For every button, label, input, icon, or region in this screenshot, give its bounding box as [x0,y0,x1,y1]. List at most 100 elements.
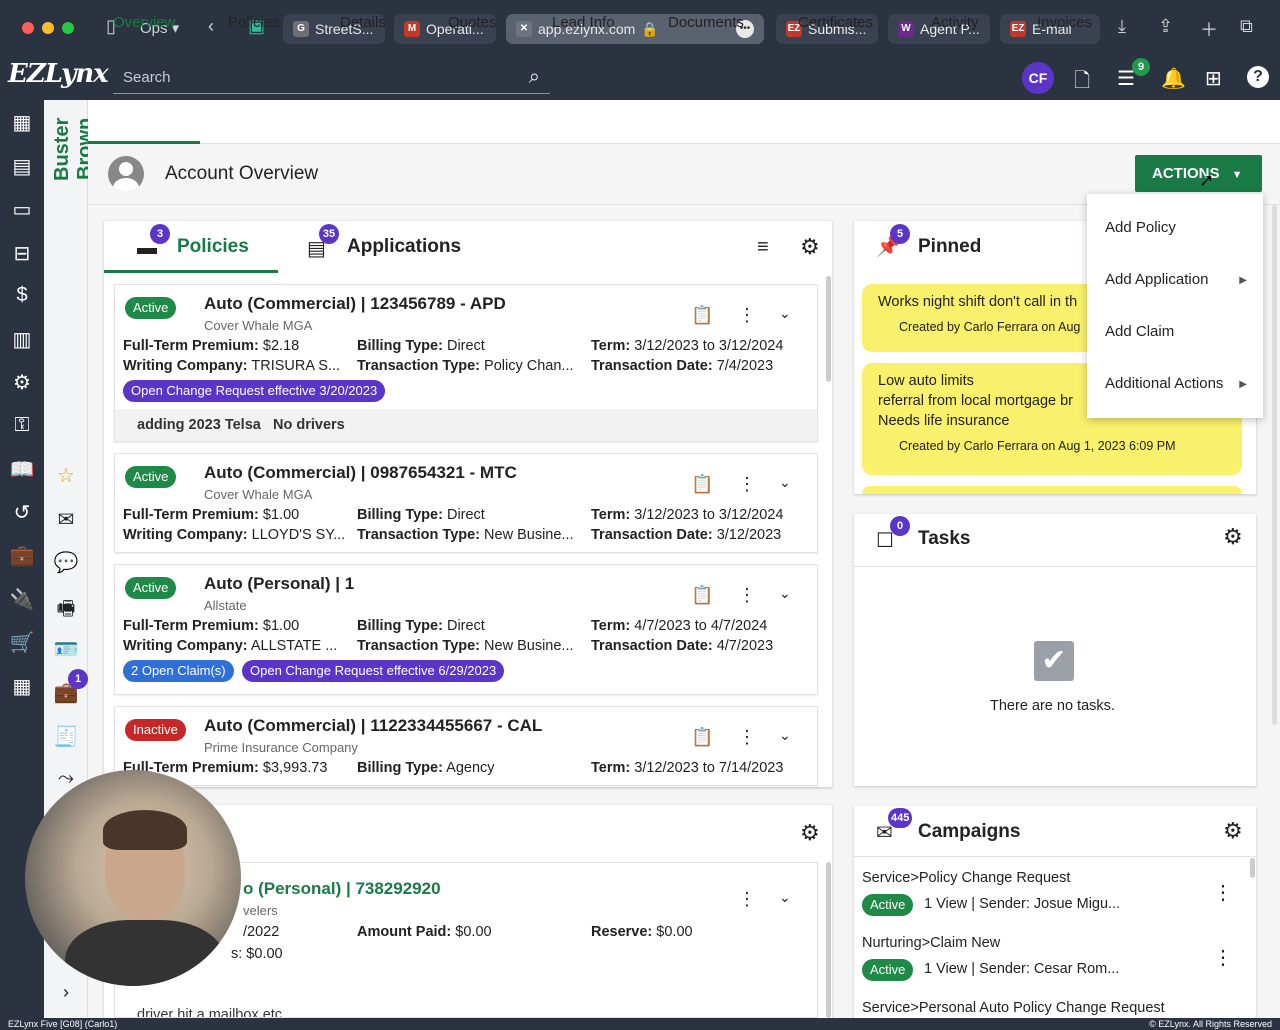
more-vert-icon[interactable]: ⋮ [738,585,756,606]
clipboard-icon[interactable]: 📋 [691,474,713,495]
more-vert-icon[interactable]: ⋮ [738,727,756,748]
tab-overview-icon[interactable]: ⧉ [1240,16,1253,37]
tab-details[interactable]: Details [340,14,386,31]
claim-title[interactable]: o (Personal) | 738292920 [243,879,441,899]
change-request-pill[interactable]: Open Change Request effective 3/20/2023 [123,380,386,402]
gear-icon[interactable]: ⚙ [1223,524,1243,550]
policy-card[interactable]: Active Auto (Commercial) | 0987654321 - … [114,453,818,553]
key-icon[interactable]: ⚿ [0,414,44,437]
policy-title[interactable]: Auto (Commercial) | 0987654321 - MTC [204,463,517,483]
field-label: Billing Type: [357,338,443,354]
more-vert-icon[interactable]: ⋮ [1213,880,1233,905]
share-icon[interactable]: ⇪ [1158,16,1173,37]
billing-type: Direct [446,338,485,354]
applications-count-badge: 35 [319,224,339,244]
org-chart-icon[interactable]: ⊞ [1205,66,1222,91]
clipboard-icon[interactable]: 📋 [691,305,713,326]
tab-lead-info[interactable]: Lead Info [552,14,615,31]
folder-icon[interactable]: ▭ [0,197,44,222]
org-icon[interactable]: ⊟ [0,241,44,266]
minimize-window-button[interactable] [42,22,54,34]
menu-additional-actions[interactable]: Additional Actions [1105,375,1223,392]
fax-icon[interactable]: 🖷 [44,594,88,628]
policy-card[interactable]: Active Auto (Commercial) | 123456789 - A… [114,284,818,442]
undo-icon[interactable]: ↺ [0,500,44,525]
clipboard-icon[interactable]: 📋 [691,727,713,748]
scrollbar[interactable] [1250,858,1255,878]
tab-favicon: G [293,21,309,37]
campaign-name[interactable]: Nurturing>Claim New [862,935,1000,951]
tab-documents[interactable]: Documents [668,14,744,31]
tab-quotes[interactable]: Quotes [448,14,496,31]
invoice-icon[interactable]: 🧾 [44,724,88,749]
tab-overview[interactable]: Overview [113,14,176,31]
tab-activity[interactable]: Activity [931,14,979,31]
star-icon[interactable]: ☆ [44,463,88,488]
tab-invoices[interactable]: Invoices [1037,14,1092,31]
scrollbar[interactable] [826,862,831,1018]
mail-icon[interactable]: ✉ [44,507,88,532]
billing-icon[interactable]: $ [0,284,44,307]
contacts-icon[interactable]: ▤ [0,154,44,179]
tab-applications[interactable]: Applications [347,236,461,258]
more-vert-icon[interactable]: ⋮ [738,889,756,910]
policy-title[interactable]: Auto (Commercial) | 123456789 - APD [204,294,506,314]
chat-icon[interactable]: 💬 [44,550,88,575]
bell-icon[interactable]: 🔔 [1161,66,1186,91]
chevron-down-icon[interactable]: ⌄ [779,727,791,744]
tab-policies[interactable]: Policies [228,14,280,31]
back-icon[interactable]: ‹ [208,16,214,37]
status-badge: Active [125,466,177,488]
menu-add-policy[interactable]: Add Policy [1105,219,1176,236]
menu-add-application[interactable]: Add Application [1105,271,1208,288]
open-claims-pill[interactable]: 2 Open Claim(s) [123,660,234,682]
gear-icon[interactable]: ⚙ [800,234,820,260]
contact-card-icon[interactable]: 🪪 [44,637,88,662]
scrollbar[interactable] [826,276,831,382]
chevron-down-icon[interactable]: ⌄ [779,585,791,602]
policy-title[interactable]: Auto (Commercial) | 1122334455667 - CAL [204,716,542,736]
briefcase-icon[interactable]: 💼 [0,543,44,568]
clipboard-icon[interactable]: 📋 [691,585,713,606]
chevron-down-icon[interactable]: ⌄ [779,474,791,491]
tab-policies-panel[interactable]: Policies [177,236,249,258]
status-badge: Active [125,297,177,319]
plug-icon[interactable]: 🔌 [0,587,44,612]
more-vert-icon[interactable]: ⋮ [738,305,756,326]
tab-certificates[interactable]: Certificates [798,14,873,31]
sort-icon[interactable]: ≡ [757,236,769,259]
new-tab-icon[interactable]: ＋ [1200,16,1218,42]
search-icon[interactable]: ⌕ [529,66,540,89]
calendar-icon[interactable]: ▦ [0,674,44,699]
policy-card[interactable]: Inactive Auto (Commercial) | 11223344556… [114,706,818,786]
policy-card[interactable]: Active Auto (Personal) | 1 Allstate 📋 ⋮ … [114,564,818,695]
new-document-icon[interactable]: 🗋 [1074,66,1090,100]
gear-icon[interactable]: ⚙ [800,820,820,846]
campaign-name[interactable]: Service>Policy Change Request [862,870,1070,886]
close-window-button[interactable] [22,22,34,34]
search-input[interactable]: Search ⌕ [113,64,550,94]
settings-icon[interactable]: ⚙ [0,370,44,395]
transaction-date: 4/7/2023 [716,638,774,654]
reports-icon[interactable]: ▥ [0,327,44,352]
chevron-down-icon[interactable]: ⌄ [779,305,791,322]
ezlynx-logo[interactable]: EZLynx [8,59,109,89]
cart-icon[interactable]: 🛒 [0,630,44,655]
field-label: Term: [591,760,631,776]
more-vert-icon[interactable]: ⋮ [1213,945,1233,970]
policy-title[interactable]: Auto (Personal) | 1 [204,574,354,594]
gear-icon[interactable]: ⚙ [1223,818,1243,844]
page-scrollbar[interactable] [1272,205,1277,725]
change-request-pill[interactable]: Open Change Request effective 6/29/2023 [242,660,505,682]
book-icon[interactable]: 📖 [0,457,44,482]
more-vert-icon[interactable]: ⋮ [738,474,756,495]
menu-add-claim[interactable]: Add Claim [1105,323,1174,340]
dashboard-icon[interactable]: ▦ [0,110,44,135]
download-icon[interactable]: ⤓ [1118,16,1126,37]
user-avatar[interactable]: CF [1022,62,1054,94]
tab-favicon: M [404,21,420,37]
zoom-window-button[interactable] [62,22,74,34]
campaign-name[interactable]: Service>Personal Auto Policy Change Requ… [862,1000,1165,1016]
help-icon[interactable]: ? [1247,66,1269,88]
chevron-down-icon[interactable]: ⌄ [779,889,791,906]
